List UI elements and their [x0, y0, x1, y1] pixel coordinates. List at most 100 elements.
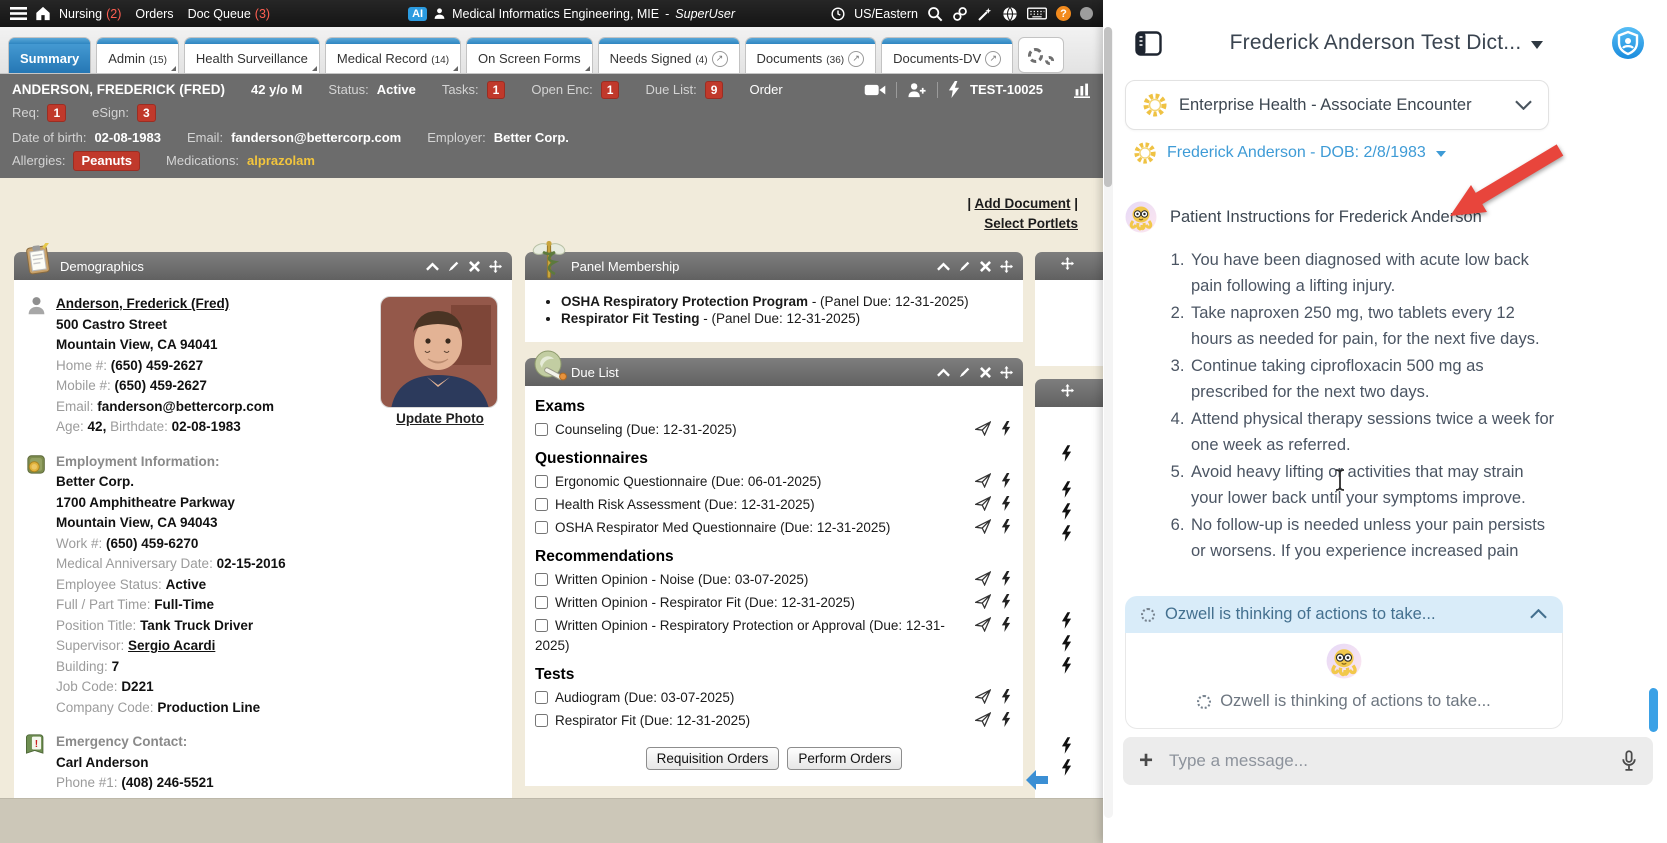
bolt-icon[interactable]	[1001, 594, 1011, 609]
due-item-checkbox[interactable]	[535, 521, 548, 534]
demographics-portlet-header[interactable]: Demographics	[14, 241, 512, 280]
move-icon[interactable]	[1061, 257, 1074, 275]
send-plane-icon[interactable]	[975, 617, 991, 632]
due-item-checkbox[interactable]	[535, 619, 548, 632]
collapse-icon[interactable]	[937, 367, 950, 377]
assistant-scrollbar-thumb[interactable]	[1104, 27, 1112, 187]
conversation-title-dropdown[interactable]: Frederick Anderson Test Dict...	[1162, 31, 1611, 55]
collapse-panel-arrow-icon[interactable]	[1024, 768, 1050, 797]
keyboard-icon[interactable]	[1027, 7, 1047, 20]
tab-admin[interactable]: Admin (15)	[96, 37, 179, 73]
tab-medical-record[interactable]: Medical Record (14)	[324, 37, 462, 73]
external-link-icon[interactable]: ↗	[848, 50, 865, 67]
thinking-card-header[interactable]: Ozwell is thinking of actions to take...	[1125, 596, 1563, 633]
bolt-icon[interactable]	[1001, 496, 1011, 511]
external-link-icon[interactable]: ↗	[985, 50, 1002, 67]
bolt-icon[interactable]	[1061, 445, 1072, 467]
perform-orders-button[interactable]: Perform Orders	[787, 747, 903, 770]
clipped-portlet-header[interactable]	[1035, 252, 1103, 280]
bolt-icon[interactable]	[1061, 503, 1072, 525]
tab-summary[interactable]: Summary	[8, 37, 92, 73]
hamburger-menu-icon[interactable]	[10, 7, 27, 20]
edit-icon[interactable]	[959, 260, 971, 272]
order-link[interactable]: Order	[749, 82, 782, 97]
bolt-icon[interactable]	[1001, 519, 1011, 534]
message-input[interactable]	[1169, 751, 1605, 771]
allergy-badge[interactable]: Peanuts	[73, 150, 141, 171]
panel-scrollbar-thumb[interactable]	[1649, 688, 1658, 732]
send-plane-icon[interactable]	[975, 519, 991, 534]
due-list-count-badge[interactable]: 9	[704, 80, 724, 99]
move-icon[interactable]	[1000, 365, 1013, 379]
send-plane-icon[interactable]	[975, 473, 991, 488]
message-composer[interactable]: +	[1123, 737, 1653, 785]
bolt-icon[interactable]	[1001, 712, 1011, 727]
bolt-icon[interactable]	[1001, 473, 1011, 488]
move-icon[interactable]	[1000, 259, 1013, 273]
tab-settings-button[interactable]	[1018, 37, 1065, 73]
timezone-label[interactable]: US/Eastern	[854, 7, 918, 21]
close-icon[interactable]	[980, 260, 991, 272]
clipped-portlet-header[interactable]	[1035, 379, 1103, 407]
panel-membership-portlet-header[interactable]: Panel Membership	[525, 240, 1023, 280]
send-plane-icon[interactable]	[975, 571, 991, 586]
home-icon[interactable]	[35, 6, 51, 21]
bolt-icon[interactable]	[1061, 481, 1072, 503]
bolt-icon[interactable]	[1061, 759, 1072, 781]
due-item-checkbox[interactable]	[535, 596, 548, 609]
tasks-count-badge[interactable]: 1	[486, 80, 506, 99]
close-icon[interactable]	[469, 260, 480, 272]
bolt-icon[interactable]	[1001, 571, 1011, 586]
edit-icon[interactable]	[959, 366, 971, 378]
tab-needs-signed[interactable]: Needs Signed (4) ↗	[597, 37, 740, 73]
external-link-icon[interactable]: ↗	[711, 50, 728, 67]
bolt-icon[interactable]	[948, 81, 960, 98]
send-plane-icon[interactable]	[975, 712, 991, 727]
send-plane-icon[interactable]	[975, 689, 991, 704]
chart-icon[interactable]	[1073, 82, 1091, 98]
clock-icon[interactable]	[831, 6, 845, 21]
move-icon[interactable]	[1061, 384, 1074, 402]
req-count-badge[interactable]: 1	[47, 103, 67, 122]
search-icon[interactable]	[927, 6, 943, 22]
requisition-orders-button[interactable]: Requisition Orders	[645, 747, 780, 770]
bolt-icon[interactable]	[1061, 612, 1072, 634]
collapse-icon[interactable]	[937, 261, 950, 271]
send-plane-icon[interactable]	[975, 496, 991, 511]
attach-plus-icon[interactable]: +	[1139, 749, 1153, 773]
collapse-icon[interactable]	[426, 261, 439, 271]
patient-context-dropdown[interactable]: Frederick Anderson - DOB: 2/8/1983	[1133, 141, 1667, 165]
bolt-icon[interactable]	[1061, 525, 1072, 547]
add-user-icon[interactable]	[907, 82, 927, 98]
move-icon[interactable]	[489, 259, 502, 273]
tab-documents[interactable]: Documents (36) ↗	[744, 37, 877, 73]
tab-on-screen-forms[interactable]: On Screen Forms	[466, 37, 593, 73]
bolt-icon[interactable]	[1001, 617, 1011, 632]
link-icon[interactable]	[952, 6, 968, 22]
patient-name-link[interactable]: Anderson, Frederick (Fred)	[56, 296, 229, 311]
due-item-checkbox[interactable]	[535, 475, 548, 488]
open-enc-count-badge[interactable]: 1	[600, 80, 620, 99]
select-portlets-link[interactable]: Select Portlets	[984, 216, 1078, 231]
bolt-icon[interactable]	[1061, 657, 1072, 679]
due-list-portlet-header[interactable]: Due List	[525, 350, 1023, 386]
nav-orders[interactable]: Orders	[135, 7, 173, 21]
due-item-checkbox[interactable]	[535, 423, 548, 436]
nav-doc-queue[interactable]: Doc Queue (3)	[188, 7, 271, 21]
add-document-link[interactable]: Add Document	[974, 196, 1070, 211]
help-icon[interactable]: ?	[1056, 6, 1071, 21]
close-icon[interactable]	[980, 366, 991, 378]
medication-value[interactable]: alprazolam	[247, 153, 315, 168]
due-item-checkbox[interactable]	[535, 714, 548, 727]
bolt-icon[interactable]	[1061, 635, 1072, 657]
nav-nursing[interactable]: Nursing (2)	[59, 7, 121, 21]
bolt-icon[interactable]	[1001, 421, 1011, 436]
ai-badge[interactable]: AI	[408, 6, 428, 21]
video-camera-icon[interactable]	[864, 83, 886, 97]
panel-toggle-icon[interactable]	[1135, 30, 1162, 56]
ozwell-logo[interactable]	[1611, 26, 1645, 60]
encounter-selector[interactable]: Enterprise Health - Associate Encounter	[1125, 80, 1549, 130]
globe-icon[interactable]	[1002, 6, 1018, 22]
supervisor-link[interactable]: Sergio Acardi	[128, 638, 215, 653]
due-item-checkbox[interactable]	[535, 573, 548, 586]
